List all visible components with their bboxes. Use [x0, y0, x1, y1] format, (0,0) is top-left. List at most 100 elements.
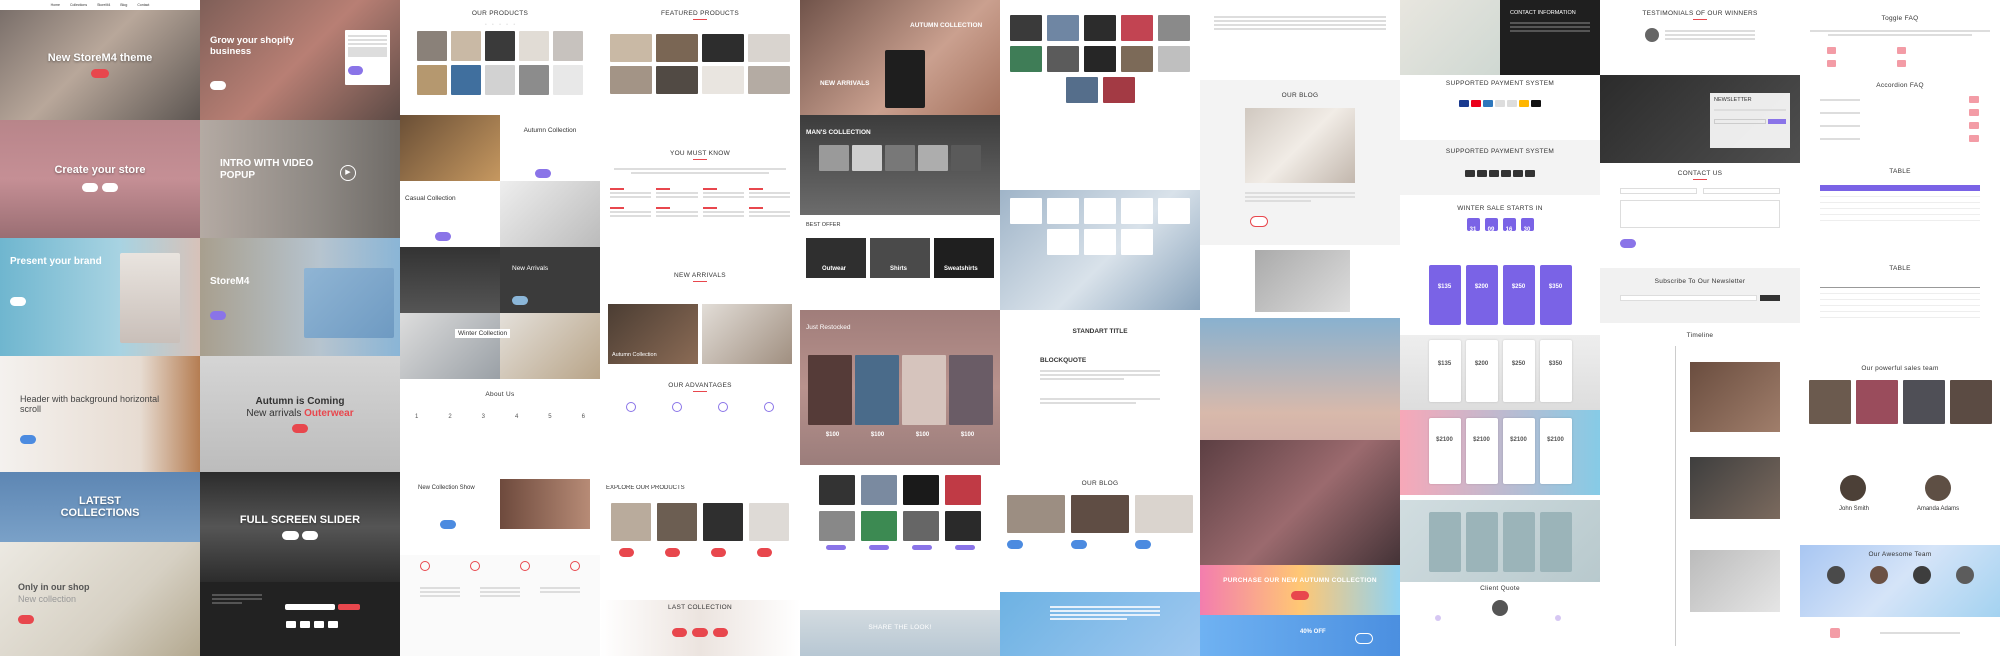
newsletter-button[interactable] [338, 604, 360, 610]
nav-home[interactable]: Home [51, 3, 60, 7]
product-button[interactable] [954, 545, 975, 550]
newsletter-input[interactable] [285, 604, 335, 610]
toggle-icon[interactable] [1897, 60, 1906, 67]
new-arrivals-section: NEW ARRIVALS Autumn Collection [600, 272, 800, 367]
price: $100 [825, 432, 840, 438]
add-to-cart[interactable] [757, 548, 773, 557]
nav-storem4[interactable]: StoreM4 [97, 3, 110, 7]
timeline-image-3 [1690, 550, 1780, 612]
form-field[interactable] [348, 47, 387, 57]
hero-title: StoreM4 [210, 276, 250, 287]
hero-button[interactable] [10, 297, 27, 306]
prev-arrow-icon[interactable] [1435, 615, 1441, 621]
last-button[interactable] [672, 628, 688, 637]
form-field[interactable] [348, 35, 387, 37]
form-field[interactable] [348, 39, 387, 41]
show-image [500, 479, 590, 529]
accordion-toggle[interactable] [1969, 122, 1979, 129]
hero-grow-business: Grow your shopify business [200, 0, 400, 120]
blog-read-more[interactable] [1071, 540, 1088, 549]
add-to-cart[interactable] [665, 548, 681, 557]
plan-price: $250 [1511, 361, 1526, 367]
add-to-cart[interactable] [619, 548, 635, 557]
blog-read-more[interactable] [1135, 540, 1152, 549]
last-button[interactable] [712, 628, 728, 637]
shop-grid [800, 475, 1000, 605]
section-title: Timeline [1686, 332, 1714, 339]
hero-sub-b: Outerwear [304, 407, 354, 419]
newsletter-input[interactable] [1714, 119, 1766, 124]
discount-button[interactable] [1355, 633, 1374, 644]
arrivals-button[interactable] [512, 296, 529, 305]
section-title: Our Awesome Team [1868, 551, 1932, 558]
form-submit[interactable] [348, 66, 364, 75]
casual-image [500, 181, 600, 247]
step-number: 4 [514, 414, 519, 420]
arrivals-image [400, 247, 500, 313]
slider-button-1[interactable] [282, 531, 299, 540]
featured-products: FEATURED PRODUCTS [600, 10, 800, 140]
add-to-cart[interactable] [711, 548, 727, 557]
hero-subtitle: New collection [18, 594, 77, 604]
accordion-toggle[interactable] [1969, 135, 1979, 142]
pricing-table-white: $135 $200 $250 $350 [1400, 335, 1600, 410]
feature-icon [570, 561, 580, 571]
hero-button[interactable] [18, 615, 35, 624]
slider-button-2[interactable] [301, 531, 318, 540]
nav-contact[interactable]: Contact [137, 3, 149, 7]
last-collection: LAST COLLECTION [600, 600, 800, 656]
accordion-toggle[interactable] [1969, 109, 1979, 116]
advantage-icon [764, 402, 774, 412]
testimonials: TESTIMONIALS OF OUR WINNERS [1600, 10, 1800, 70]
column-4: FEATURED PRODUCTS YOU MUST KNOW NEW ARRI… [600, 0, 800, 656]
hero-button[interactable] [20, 435, 37, 444]
play-icon[interactable]: ▶ [340, 165, 356, 181]
newsletter-submit[interactable] [1768, 119, 1786, 124]
send-button[interactable] [1620, 239, 1637, 248]
hero-button[interactable] [210, 81, 227, 90]
nav-collections[interactable]: Collections [70, 3, 87, 7]
toggle-icon[interactable] [1827, 60, 1836, 67]
show-button[interactable] [440, 520, 457, 529]
hero-button[interactable] [210, 311, 227, 320]
pricing-cards: $135 $200 $250 $350 [1400, 340, 1600, 402]
map[interactable] [1400, 0, 1500, 75]
banner-button[interactable] [1291, 591, 1309, 600]
accordion-toggle[interactable] [1969, 96, 1979, 103]
last-button[interactable] [692, 628, 708, 637]
plan-price: $350 [1548, 361, 1563, 367]
read-more-button[interactable] [1250, 216, 1269, 227]
plan-price: $135 [1437, 361, 1452, 367]
blog-section: OUR BLOG [1000, 480, 1200, 580]
explore-products: EXPLORE OUR PRODUCTS [600, 485, 800, 565]
filter-tabs[interactable]: • • • • • [400, 22, 600, 26]
product-button[interactable] [825, 545, 846, 550]
autumn-button[interactable] [535, 169, 552, 178]
subscribe-button[interactable] [1760, 295, 1780, 301]
message-field[interactable] [1620, 200, 1780, 228]
blog-read-more[interactable] [1007, 540, 1024, 549]
our-products-section: OUR PRODUCTS • • • • • [400, 10, 600, 115]
toggle-icon[interactable] [1827, 47, 1836, 54]
hero-create-store: Create your store [0, 120, 200, 238]
toggle-icon[interactable] [1897, 47, 1906, 54]
hero-button-1[interactable] [81, 183, 98, 192]
winter-image-1 [400, 313, 500, 379]
snow-sale-section [1000, 190, 1200, 310]
hero-autumn-coming: Autumn is Coming New arrivals Outerwear [200, 356, 400, 472]
product-button[interactable] [911, 545, 932, 550]
nav-blog[interactable]: Blog [120, 3, 127, 7]
product-sale-grid [1000, 15, 1200, 185]
hero-button[interactable] [91, 69, 109, 78]
subscribe-input[interactable] [1620, 295, 1757, 301]
logo [1830, 628, 1840, 638]
email-field[interactable] [1703, 188, 1780, 194]
hero-button-2[interactable] [102, 183, 119, 192]
name-field[interactable] [1620, 188, 1697, 194]
product-button[interactable] [868, 545, 889, 550]
hero-button[interactable] [291, 423, 309, 433]
next-arrow-icon[interactable] [1555, 615, 1561, 621]
winter-sale: WINTER SALE STARTS IN 31 09 16 30 [1400, 205, 1600, 250]
form-field[interactable] [348, 43, 387, 45]
casual-button[interactable] [435, 232, 452, 241]
